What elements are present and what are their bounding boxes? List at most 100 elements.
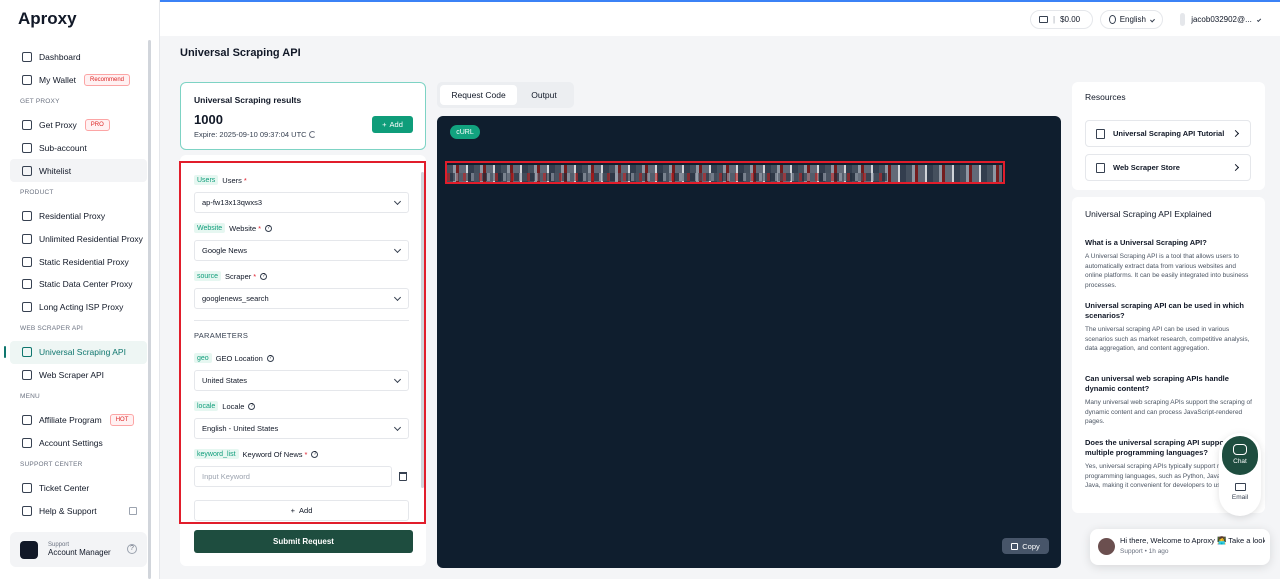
sub-account-icon (22, 143, 32, 154)
sidebar-item-whitelist[interactable]: Whitelist (10, 159, 147, 183)
unlimited-icon (22, 233, 32, 244)
sidebar-item-help-support[interactable]: Help & Support (10, 500, 147, 523)
faq-item: Can universal web scraping APIs handle d… (1085, 374, 1253, 427)
copy-label: Copy (1022, 541, 1040, 551)
sidebar-item-label: Long Acting ISP Proxy (39, 301, 124, 312)
tab-output[interactable]: Output (517, 85, 571, 105)
submit-request-button[interactable]: Submit Request (194, 530, 413, 553)
residential-icon (22, 211, 32, 222)
sidebar-item-my-wallet[interactable]: My Wallet Recommend (10, 69, 147, 92)
sidebar-item-universal-scraping-api[interactable]: Universal Scraping API (4, 340, 147, 364)
proxy-icon (22, 120, 32, 131)
sidebar-item-residential-proxy[interactable]: Residential Proxy (10, 205, 147, 228)
tutorial-label: Universal Scraping API Tutorial (1113, 129, 1225, 138)
sidebar-item-long-acting-isp-proxy[interactable]: Long Acting ISP Proxy (10, 296, 147, 319)
refresh-icon[interactable] (308, 131, 316, 138)
add-results-button[interactable]: + Add (372, 116, 413, 133)
sidebar-item-web-scraper-api[interactable]: Web Scraper API (10, 364, 147, 387)
locale-label-text: Locale (222, 401, 245, 411)
curl-badge[interactable]: cURL (450, 125, 480, 139)
help-icon[interactable]: ? (260, 272, 268, 280)
locale-select[interactable]: English - United States (194, 418, 409, 439)
sidebar-item-dashboard[interactable]: Dashboard (10, 46, 147, 69)
geo-label: geo GEO Location? (194, 353, 274, 363)
toast-meta: Support • 1h ago (1120, 548, 1169, 555)
help-icon[interactable]: ? (248, 402, 256, 410)
sidebar-item-unlimited-residential-proxy[interactable]: Unlimited Residential Proxy (10, 228, 147, 251)
chat-button[interactable]: Chat (1222, 436, 1258, 475)
sidebar-item-label: Universal Scraping API (39, 347, 126, 358)
hot-badge: HOT (109, 414, 135, 427)
help-icon[interactable]: ? (266, 354, 274, 362)
sidebar-item-affiliate-program[interactable]: Affiliate Program HOT (10, 409, 147, 432)
scraper-select[interactable]: googlenews_search (194, 288, 409, 309)
document-icon (1096, 128, 1105, 139)
balance-button[interactable]: | $0.00 (1030, 10, 1093, 29)
keyword-input[interactable]: Input Keyword (194, 466, 392, 487)
trash-icon[interactable] (399, 472, 407, 481)
form-scrollbar[interactable] (421, 172, 424, 488)
expire-text: Expire: 2025-09-10 09:37:04 UTC (194, 130, 307, 139)
help-icon[interactable]: ? (311, 450, 319, 458)
dashboard-icon (22, 52, 32, 63)
add-keyword-button[interactable]: + Add (194, 500, 409, 521)
section-label-web-scraper-api: WEB SCRAPER API (20, 325, 83, 333)
sidebar-item-static-data-center-proxy[interactable]: Static Data Center Proxy (10, 273, 147, 296)
scraper-value: googlenews_search (202, 294, 269, 303)
faq-question: What is a Universal Scraping API? (1085, 238, 1207, 247)
tab-request-code[interactable]: Request Code (440, 85, 517, 105)
faq-answer: The universal scraping API can be used i… (1085, 326, 1250, 352)
keyword-label: keyword_list Keyword Of News *? (194, 449, 319, 459)
sidebar-item-label: My Wallet (39, 75, 76, 86)
sidebar-item-static-residential-proxy[interactable]: Static Residential Proxy (10, 250, 147, 273)
sidebar-item-account-settings[interactable]: Account Settings (10, 432, 147, 455)
sidebar-item-get-proxy[interactable]: Get Proxy PRO (10, 114, 147, 137)
help-icon[interactable]: ? (265, 224, 273, 232)
resources-title: Resources (1085, 92, 1126, 102)
sidebar-item-label: Get Proxy (39, 120, 77, 131)
user-menu[interactable]: jacob032902@... (1172, 10, 1268, 29)
chat-widget: Chat Email (1219, 433, 1261, 516)
geo-select[interactable]: United States (194, 370, 409, 391)
chevron-down-icon (393, 293, 402, 302)
web-scraper-store-link[interactable]: Web Scraper Store (1085, 154, 1251, 181)
store-label: Web Scraper Store (1113, 163, 1180, 172)
sidebar-item-label: Help & Support (39, 506, 97, 517)
sidebar-scrollbar[interactable] (148, 40, 151, 579)
sidebar-item-label: Whitelist (39, 165, 72, 176)
website-label: Website Website *? (194, 223, 273, 233)
parameters-heading: PARAMETERS (194, 331, 249, 340)
email-button[interactable]: Email (1219, 483, 1261, 501)
section-label-support-center: SUPPORT CENTER (20, 461, 83, 469)
account-manager-card[interactable]: Support Account Manager ? (10, 532, 147, 567)
sidebar-item-sub-account[interactable]: Sub-account (10, 137, 147, 160)
language-value: English (1119, 15, 1146, 24)
sidebar-item-label: Unlimited Residential Proxy (39, 233, 143, 244)
sidebar-item-label: Account Settings (39, 438, 103, 449)
code-tabs: Request Code Output (437, 82, 574, 108)
tutorial-link[interactable]: Universal Scraping API Tutorial (1085, 120, 1251, 147)
users-label-text: Users (222, 175, 242, 185)
divider: | (1053, 15, 1056, 24)
faq-answer: A Universal Scraping API is a tool that … (1085, 253, 1249, 289)
keyword-tag: keyword_list (194, 449, 239, 459)
locale-label: locale Locale? (194, 401, 256, 411)
website-label-text: Website (229, 223, 257, 233)
chevron-right-icon (1231, 163, 1240, 172)
users-select[interactable]: ap-fw13x13qwxs3 (194, 192, 409, 213)
help-circle-icon[interactable]: ? (127, 544, 137, 554)
website-select[interactable]: Google News (194, 240, 409, 261)
support-message-toast[interactable]: Hi there, Welcome to Aproxy 👩‍💻 Take a l… (1090, 529, 1270, 565)
web-scraper-icon (22, 369, 32, 380)
locale-tag: locale (194, 401, 219, 411)
app-logo[interactable]: Aproxy (18, 9, 77, 29)
wallet-icon (1039, 16, 1048, 23)
copy-button[interactable]: Copy (1002, 538, 1049, 554)
sidebar-item-ticket-center[interactable]: Ticket Center (10, 477, 147, 500)
affiliate-icon (22, 415, 32, 426)
toast-message: Hi there, Welcome to Aproxy 👩‍💻 Take a l… (1120, 536, 1265, 545)
language-selector[interactable]: English (1100, 10, 1163, 29)
copy-icon (1011, 542, 1019, 550)
results-title: Universal Scraping results (194, 95, 302, 105)
wallet-icon (22, 75, 32, 86)
